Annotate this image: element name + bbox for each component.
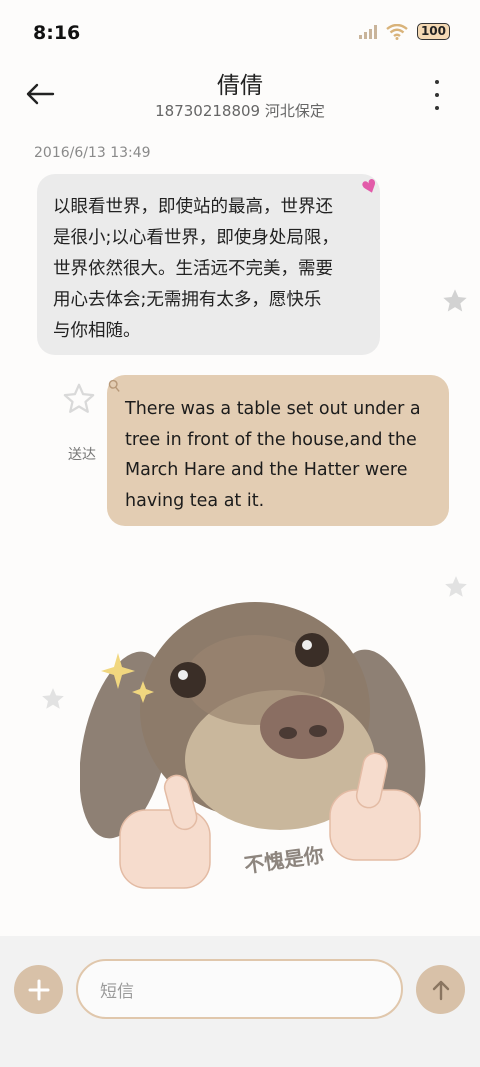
star-icon [443, 289, 467, 312]
signal-icon [358, 24, 377, 39]
more-vert-icon-dot [435, 106, 439, 110]
more-vert-icon [435, 80, 439, 84]
outgoing-message-bubble[interactable]: ⚲ There was a table set out under a tree… [104, 375, 449, 526]
message-timestamp: 2016/6/13 13:49 [34, 145, 151, 161]
message-line: 以眼看世界，即使站的最高，世界还 [53, 197, 333, 217]
message-line: There was a table set out under a [125, 399, 421, 419]
delivery-status: 送达 [68, 447, 96, 463]
message-line: 世界依然很大。生活远不完美，需要 [53, 259, 333, 279]
send-arrow-icon [432, 980, 449, 1000]
status-bar: 8:16 100 [0, 0, 480, 66]
battery-indicator: 100 [416, 23, 450, 40]
message-line: 用心去体会;无需拥有太多，愿快乐 [53, 290, 322, 310]
dog-sticker-image[interactable]: 不愧是你 [80, 585, 430, 900]
contact-name: 倩倩 [217, 73, 263, 99]
message-line: 与你相随。 [53, 321, 141, 341]
message-input[interactable]: 短信 [76, 959, 403, 1019]
message-input-placeholder: 短信 [100, 981, 134, 1002]
favorite-star-icon[interactable] [62, 382, 96, 416]
more-options-button[interactable] [432, 80, 442, 110]
composer-bar: 短信 [0, 936, 480, 1067]
more-vert-icon-dot [435, 93, 439, 97]
sticker-caption: 不愧是你 [243, 843, 326, 878]
status-icons: 100 [358, 23, 450, 40]
bone-icon: ⚲ [103, 374, 125, 397]
star-icon [42, 688, 64, 709]
plus-icon [28, 979, 49, 1000]
message-line: tree in front of the house,and the [125, 429, 417, 450]
incoming-message-bubble[interactable]: ♥ 以眼看世界，即使站的最高，世界还 是很小;以心看世界，即使身处局限， 世界依… [37, 174, 381, 355]
contact-detail: 18730218809 河北保定 [155, 102, 325, 120]
send-button[interactable] [416, 965, 465, 1014]
wifi-icon [386, 23, 408, 40]
add-attachment-button[interactable] [14, 965, 63, 1014]
star-icon [445, 576, 467, 597]
conversation-header: 倩倩 18730218809 河北保定 [0, 66, 480, 136]
message-line: 是很小;以心看世界，即使身处局限， [53, 228, 339, 248]
status-time: 8:16 [33, 22, 81, 44]
message-line: having tea at it. [125, 490, 265, 511]
message-line: March Hare and the Hatter were [125, 460, 408, 480]
